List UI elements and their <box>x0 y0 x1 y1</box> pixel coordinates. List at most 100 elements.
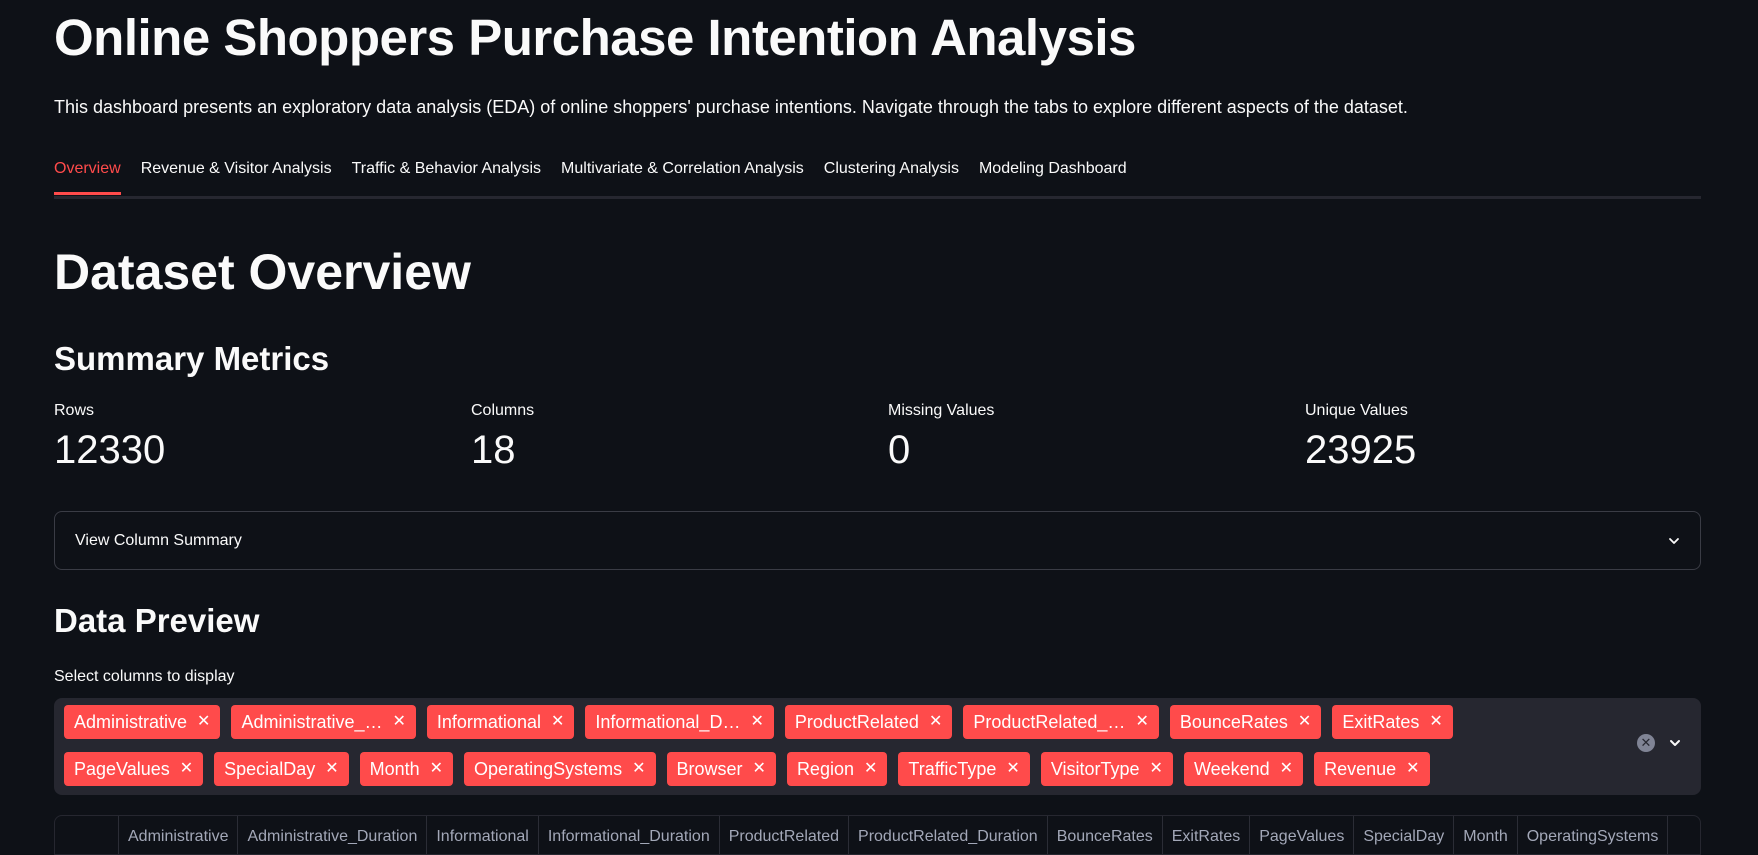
expander-label: View Column Summary <box>75 531 242 549</box>
metric-rows: Rows 12330 <box>54 402 165 473</box>
metric-label: Rows <box>54 402 95 419</box>
metric-label: Unique Values <box>1305 402 1408 419</box>
close-icon[interactable]: ✕ <box>1406 761 1419 777</box>
selected-column-tag[interactable]: Administrative ✕ <box>64 705 221 739</box>
columns-multiselect[interactable]: Administrative ✕ Administrative_… ✕ Informat… <box>54 698 1701 795</box>
metric-label: Columns <box>471 402 535 419</box>
table-column-header[interactable]: PageValues <box>1250 816 1355 854</box>
tab-overview[interactable]: Overview <box>54 156 121 195</box>
metric-value: 12330 <box>54 428 166 472</box>
tag-label: ProductRelated_… <box>973 711 1126 732</box>
close-icon[interactable]: ✕ <box>393 714 406 730</box>
data-preview-title: Data Preview <box>54 602 260 639</box>
table-column-header[interactable]: OperatingSystems <box>1518 816 1669 854</box>
tag-label: Revenue <box>1324 758 1397 779</box>
close-icon[interactable]: ✕ <box>180 761 193 777</box>
table-column-header[interactable]: Month <box>1454 816 1518 854</box>
selected-column-tag[interactable]: Month ✕ <box>359 752 454 786</box>
tag-label: Informational <box>436 711 541 732</box>
tag-label: TrafficType <box>908 758 997 779</box>
tab-bar: Overview Revenue & Visitor Analysis Traf… <box>54 156 1701 199</box>
tab-modeling[interactable]: Modeling Dashboard <box>979 156 1127 192</box>
tag-label: ExitRates <box>1342 711 1420 732</box>
data-preview-table[interactable]: Administrative Administrative_Duration Inf… <box>54 815 1701 855</box>
table-index-header <box>55 816 119 854</box>
tag-label: Informational_D… <box>595 711 741 732</box>
tab-multivariate-correlation[interactable]: Multivariate & Correlation Analysis <box>561 156 804 192</box>
tag-label: PageValues <box>74 758 170 779</box>
selected-column-tag[interactable]: Administrative_… ✕ <box>231 705 416 739</box>
table-column-header[interactable]: Informational_Duration <box>539 816 720 854</box>
selected-column-tag[interactable]: ExitRates ✕ <box>1332 705 1453 739</box>
table-column-header[interactable]: BounceRates <box>1048 816 1163 854</box>
metric-unique-values: Unique Values 23925 <box>1305 402 1416 473</box>
tag-label: VisitorType <box>1050 758 1140 779</box>
tag-label: Browser <box>676 758 743 779</box>
selected-column-tag[interactable]: VisitorType ✕ <box>1040 752 1173 786</box>
table-column-header[interactable]: Administrative_Duration <box>238 816 428 854</box>
close-icon[interactable]: ✕ <box>632 761 645 777</box>
close-icon[interactable]: ✕ <box>1150 761 1163 777</box>
metric-missing-values: Missing Values 0 <box>888 402 994 473</box>
table-column-header[interactable]: ProductRelated <box>720 816 850 854</box>
table-column-header[interactable]: ExitRates <box>1163 816 1251 854</box>
selected-column-tag[interactable]: Revenue ✕ <box>1314 752 1430 786</box>
selected-column-tag[interactable]: ProductRelated_… ✕ <box>963 705 1159 739</box>
selected-column-tag[interactable]: PageValues ✕ <box>64 752 204 786</box>
metric-value: 0 <box>888 428 911 472</box>
selected-column-tag[interactable]: Weekend ✕ <box>1183 752 1304 786</box>
metric-label: Missing Values <box>888 402 995 419</box>
summary-metrics-title: Summary Metrics <box>54 340 330 377</box>
multiselect-controls: ✕ <box>1637 734 1681 752</box>
tag-label: ProductRelated <box>794 711 919 732</box>
close-icon[interactable]: ✕ <box>929 714 942 730</box>
tag-row: Administrative ✕ Administrative_… ✕ Informat… <box>64 705 1691 741</box>
table-column-header[interactable]: SpecialDay <box>1354 816 1455 854</box>
tag-label: OperatingSystems <box>474 758 623 779</box>
close-icon[interactable]: ✕ <box>197 714 210 730</box>
app-title: Online Shoppers Purchase Intention Analy… <box>54 9 1136 66</box>
close-icon[interactable]: ✕ <box>1429 714 1442 730</box>
tag-label: Weekend <box>1193 758 1270 779</box>
close-icon[interactable]: ✕ <box>864 761 877 777</box>
selected-column-tag[interactable]: TrafficType ✕ <box>898 752 1030 786</box>
close-icon[interactable]: ✕ <box>1006 761 1019 777</box>
close-icon[interactable]: ✕ <box>551 714 564 730</box>
tab-revenue-visitor[interactable]: Revenue & Visitor Analysis <box>141 156 332 192</box>
tag-label: Region <box>796 758 854 779</box>
close-icon[interactable]: ✕ <box>1135 714 1148 730</box>
selected-column-tag[interactable]: SpecialDay ✕ <box>214 752 349 786</box>
close-icon[interactable]: ✕ <box>325 761 338 777</box>
selected-column-tag[interactable]: Browser ✕ <box>666 752 776 786</box>
clear-icon[interactable]: ✕ <box>1637 734 1655 752</box>
close-icon[interactable]: ✕ <box>1298 714 1311 730</box>
selected-column-tag[interactable]: OperatingSystems ✕ <box>464 752 656 786</box>
column-summary-expander[interactable]: View Column Summary <box>54 511 1701 570</box>
intro-text: This dashboard presents an exploratory d… <box>54 97 1408 117</box>
tag-label: SpecialDay <box>224 758 316 779</box>
selected-column-tag[interactable]: Informational ✕ <box>426 705 575 739</box>
table-column-header[interactable]: Informational <box>427 816 539 854</box>
section-title: Dataset Overview <box>54 244 471 300</box>
close-icon[interactable]: ✕ <box>750 714 763 730</box>
select-columns-label: Select columns to display <box>54 668 235 685</box>
selected-column-tag[interactable]: ProductRelated ✕ <box>784 705 953 739</box>
chevron-down-icon[interactable] <box>1669 737 1681 749</box>
tag-row: PageValues ✕ SpecialDay ✕ Month ✕ OperatingSys… <box>64 752 1691 788</box>
close-icon[interactable]: ✕ <box>1280 761 1293 777</box>
table-column-header[interactable]: Administrative <box>119 816 239 854</box>
close-icon[interactable]: ✕ <box>753 761 766 777</box>
selected-column-tag[interactable]: BounceRates ✕ <box>1169 705 1322 739</box>
metric-value: 23925 <box>1305 428 1417 472</box>
tag-label: Administrative <box>74 711 188 732</box>
selected-column-tag[interactable]: Region ✕ <box>786 752 888 786</box>
metric-columns: Columns 18 <box>471 402 534 473</box>
tab-clustering[interactable]: Clustering Analysis <box>824 156 959 192</box>
tab-traffic-behavior[interactable]: Traffic & Behavior Analysis <box>352 156 541 192</box>
metric-value: 18 <box>471 428 516 472</box>
metrics-row: Rows 12330 Columns 18 Missing Values 0 U… <box>54 402 1701 492</box>
close-icon[interactable]: ✕ <box>430 761 443 777</box>
table-column-header[interactable]: ProductRelated_Duration <box>849 816 1048 854</box>
tag-label: BounceRates <box>1179 711 1288 732</box>
selected-column-tag[interactable]: Informational_D… ✕ <box>585 705 774 739</box>
